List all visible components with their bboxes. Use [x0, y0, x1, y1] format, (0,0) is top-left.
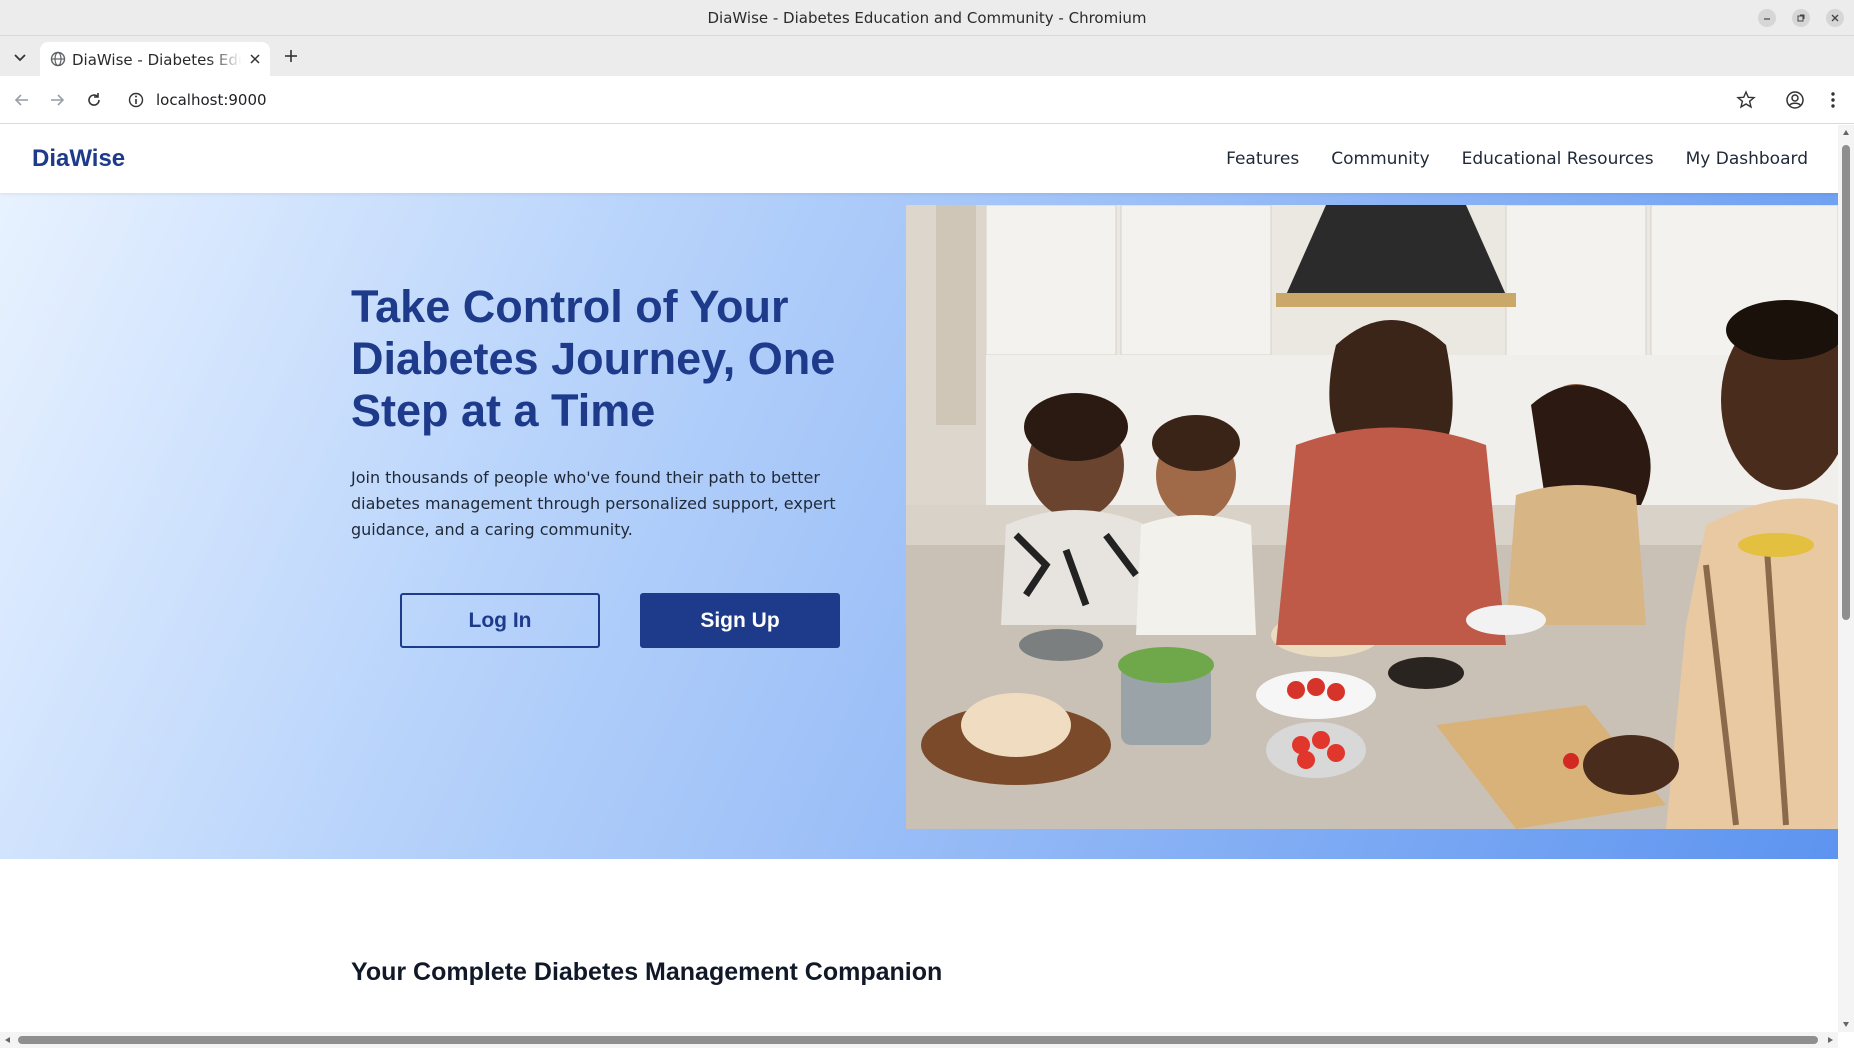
signup-button[interactable]: Sign Up: [640, 593, 840, 648]
restore-button[interactable]: [1792, 9, 1810, 27]
bookmark-star-icon[interactable]: [1736, 90, 1756, 110]
horizontal-scroll-thumb[interactable]: [18, 1036, 1818, 1044]
site-logo[interactable]: DiaWise: [32, 145, 125, 173]
site-header: DiaWise Features Community Educational R…: [0, 125, 1838, 193]
scroll-right-arrow-icon[interactable]: [1826, 1036, 1834, 1044]
minimize-button[interactable]: [1758, 9, 1776, 27]
forward-arrow-icon[interactable]: [47, 90, 67, 110]
browser-toolbar: localhost:9000: [0, 76, 1854, 124]
vertical-scrollbar[interactable]: [1838, 125, 1854, 1032]
close-window-button[interactable]: [1826, 9, 1844, 27]
restore-icon: [1797, 14, 1805, 22]
window-titlebar: DiaWise - Diabetes Education and Communi…: [0, 0, 1854, 36]
nav-link-my-dashboard[interactable]: My Dashboard: [1686, 149, 1808, 169]
site-info-icon[interactable]: [128, 92, 144, 108]
hero-title: Take Control of Your Diabetes Journey, O…: [351, 281, 836, 436]
main-nav: Features Community Educational Resources…: [1226, 149, 1808, 169]
features-section-title: Your Complete Diabetes Management Compan…: [351, 958, 943, 986]
tab-title: DiaWise - Diabetes Education and Communi…: [72, 51, 242, 69]
nav-link-features[interactable]: Features: [1226, 149, 1299, 169]
vertical-scroll-thumb[interactable]: [1842, 145, 1850, 620]
window-title: DiaWise - Diabetes Education and Communi…: [707, 9, 1147, 27]
page-viewport: DiaWise Features Community Educational R…: [0, 125, 1838, 1032]
nav-link-community[interactable]: Community: [1331, 149, 1429, 169]
globe-icon: [50, 51, 66, 67]
address-bar[interactable]: localhost:9000: [120, 82, 1760, 118]
scroll-up-arrow-icon[interactable]: [1842, 129, 1850, 137]
horizontal-scrollbar[interactable]: [0, 1032, 1838, 1048]
hero-description: Join thousands of people who've found th…: [351, 468, 836, 539]
hero-family-kitchen-image: [906, 205, 1838, 829]
tab-close-icon[interactable]: [248, 52, 262, 66]
reload-icon[interactable]: [84, 90, 104, 110]
login-button[interactable]: Log In: [400, 593, 600, 648]
close-icon: [1831, 14, 1839, 22]
kebab-menu-icon[interactable]: [1823, 90, 1843, 110]
nav-link-educational-resources[interactable]: Educational Resources: [1462, 149, 1654, 169]
kitchen-photo-illustration: [906, 205, 1838, 829]
new-tab-plus-icon[interactable]: [282, 47, 300, 65]
back-arrow-icon[interactable]: [12, 90, 32, 110]
scroll-down-arrow-icon[interactable]: [1842, 1020, 1850, 1028]
url-text: localhost:9000: [156, 91, 267, 109]
scroll-left-arrow-icon[interactable]: [4, 1036, 12, 1044]
browser-tab[interactable]: DiaWise - Diabetes Education and Communi…: [40, 42, 270, 76]
profile-avatar-icon[interactable]: [1785, 90, 1805, 110]
tab-strip: DiaWise - Diabetes Education and Communi…: [0, 36, 1854, 76]
minimize-icon: [1764, 18, 1770, 20]
tab-search-chevron-icon[interactable]: [10, 47, 30, 67]
hero-section: Take Control of Your Diabetes Journey, O…: [0, 193, 1838, 859]
